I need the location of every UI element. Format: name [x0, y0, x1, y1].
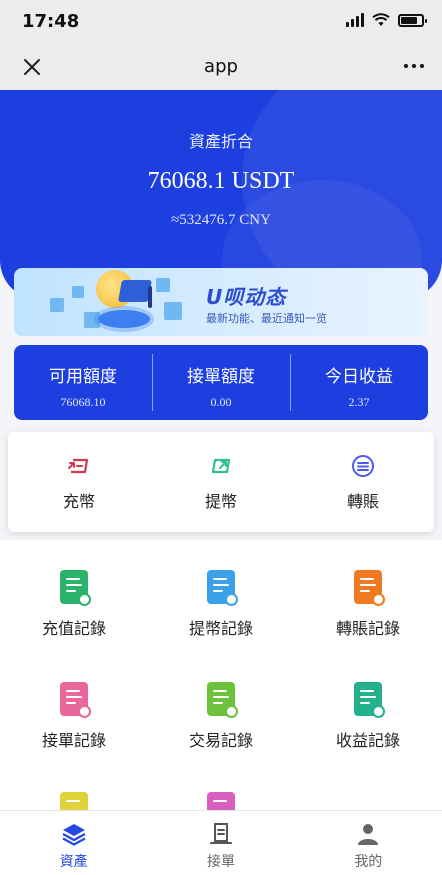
withdraw-button[interactable]: 提幣 [150, 432, 292, 532]
quota-stats: 可用額度 76068.10 接單額度 0.00 今日收益 2.37 [14, 345, 428, 420]
trade-record-icon [207, 682, 238, 718]
stat-label: 接單額度 [187, 367, 255, 387]
tab-label: 資產 [59, 854, 88, 870]
news-banner[interactable]: U呗动态 最新功能、最近通知一览 [14, 268, 428, 336]
record-icon [60, 792, 88, 810]
trade-record-button[interactable]: 交易記錄 [147, 682, 295, 751]
deposit-icon [68, 458, 89, 474]
grid-label: 提幣記錄 [188, 619, 253, 638]
tab-orders[interactable]: 接單 [147, 811, 294, 875]
deposit-record-button[interactable]: 充值記錄 [0, 570, 148, 639]
stat-label: 可用額度 [49, 367, 117, 387]
stat-value: 0.00 [210, 395, 232, 409]
record-button[interactable] [0, 792, 148, 810]
order-record-button[interactable]: 接單記錄 [0, 682, 148, 751]
asset-cny: ≈532476.7 CNY [171, 212, 271, 228]
transfer-record-icon [354, 570, 385, 606]
action-label: 充幣 [62, 492, 95, 511]
tab-bar: 資產 接單 我的 [0, 810, 442, 875]
tab-profile[interactable]: 我的 [295, 811, 442, 875]
transfer-button[interactable]: 轉賬 [292, 432, 434, 532]
tab-assets[interactable]: 資產 [0, 811, 147, 875]
grid-label: 收益記錄 [335, 731, 400, 750]
deposit-button[interactable]: 充幣 [8, 432, 150, 532]
status-time: 17:48 [22, 11, 80, 32]
income-record-button[interactable]: 收益記錄 [294, 682, 442, 751]
income-record-icon [354, 682, 385, 718]
assets-icon [62, 824, 86, 846]
banner-subtitle: 最新功能、最近通知一览 [206, 312, 327, 325]
record-icon [207, 792, 235, 810]
tab-label: 我的 [354, 854, 383, 870]
withdraw-icon [211, 458, 231, 474]
withdraw-record-button[interactable]: 提幣記錄 [147, 570, 295, 639]
orders-icon [209, 823, 232, 844]
grid-label: 充值記錄 [41, 619, 106, 638]
stat-today-income: 今日收益 2.37 [290, 345, 428, 420]
grid-label: 接單記錄 [41, 731, 106, 750]
transfer-icon [352, 455, 374, 477]
withdraw-record-icon [207, 570, 238, 606]
stat-available: 可用額度 76068.10 [14, 345, 152, 420]
records-grid: 充值記錄 提幣記錄 轉賬記錄 接單記錄 交易記錄 收益記錄 [0, 540, 442, 810]
signal-icon [346, 13, 364, 27]
asset-label: 資產折合 [188, 132, 253, 151]
record-button[interactable] [147, 792, 295, 810]
stat-value: 76068.10 [60, 395, 106, 409]
deposit-record-icon [60, 570, 91, 606]
banner-decoration [50, 298, 64, 312]
stat-label: 今日收益 [325, 367, 393, 387]
quick-actions: 充幣 提幣 轉賬 [8, 432, 434, 532]
asset-amount: 76068.1 USDT [147, 168, 295, 194]
order-record-icon [60, 682, 91, 718]
status-icons [346, 13, 427, 27]
wifi-icon [372, 13, 390, 26]
action-label: 提幣 [204, 492, 237, 511]
tab-label: 接單 [206, 854, 235, 870]
profile-icon [358, 824, 379, 845]
grid-label: 轉賬記錄 [335, 619, 400, 638]
stat-value: 2.37 [348, 395, 370, 409]
nav-title: app [204, 56, 238, 77]
nav-bar: app [0, 44, 442, 90]
banner-title: U呗动态 [206, 285, 287, 309]
status-bar: 17:48 [0, 0, 442, 44]
grid-label: 交易記錄 [188, 731, 253, 750]
action-label: 轉賬 [346, 492, 379, 511]
more-icon[interactable] [404, 64, 424, 68]
transfer-record-button[interactable]: 轉賬記錄 [294, 570, 442, 639]
stat-order-quota: 接單額度 0.00 [152, 345, 290, 420]
battery-icon [398, 13, 427, 27]
